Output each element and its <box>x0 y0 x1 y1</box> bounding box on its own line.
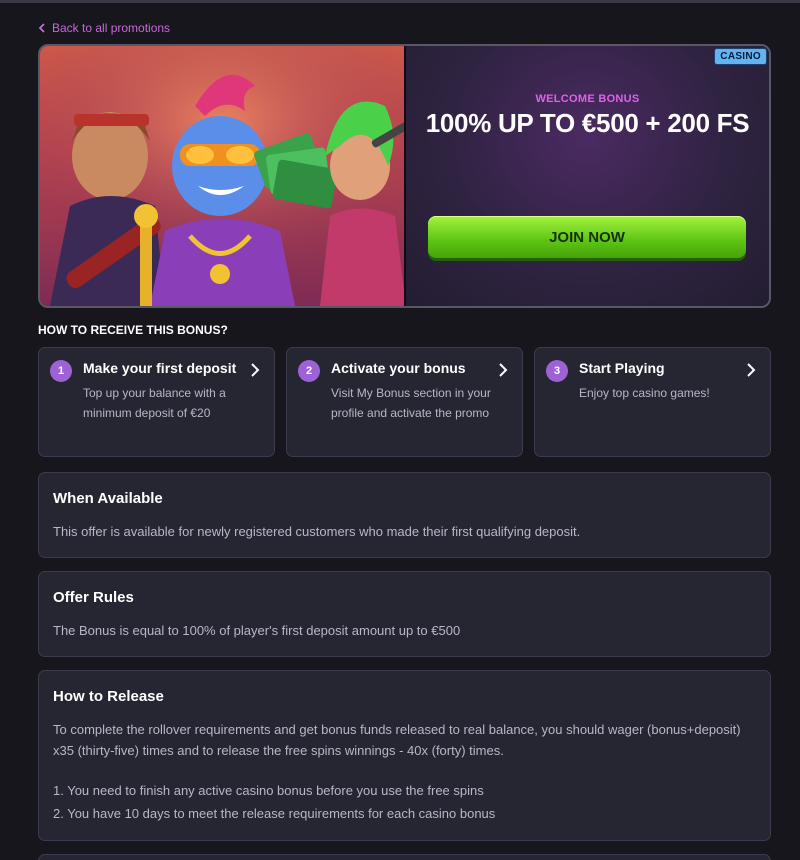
how-to-receive-heading: HOW TO RECEIVE THIS BONUS? <box>38 323 228 337</box>
step-card-start-playing[interactable]: 3 Start Playing Enjoy top casino games! <box>534 347 771 457</box>
step-number-badge: 3 <box>546 360 568 382</box>
promo-banner: CASINO WELCOME BONUS 100% UP TO €500 + 2… <box>38 44 771 308</box>
bonus-headline: 100% UP TO €500 + 200 FS <box>425 108 750 138</box>
step-title: Make your first deposit <box>83 360 237 376</box>
hero-illustration <box>40 46 406 306</box>
step-card-activate[interactable]: 2 Activate your bonus Visit My Bonus sec… <box>286 347 523 457</box>
chevron-right-icon <box>499 363 508 377</box>
card-text: To complete the rollover requirements an… <box>53 722 741 758</box>
back-link-label: Back to all promotions <box>52 21 171 35</box>
card-title: How to Release <box>53 688 164 705</box>
join-now-button[interactable]: JOIN NOW <box>428 216 746 258</box>
chevron-left-icon <box>38 23 45 33</box>
step-title: Start Playing <box>579 360 665 376</box>
step-description: Top up your balance with a minimum depos… <box>83 386 226 420</box>
step-title: Activate your bonus <box>331 360 466 376</box>
back-to-promotions-link[interactable]: Back to all promotions <box>38 19 170 37</box>
how-to-release-card: How to Release To complete the rollover … <box>38 670 771 841</box>
promo-panel: CASINO WELCOME BONUS 100% UP TO €500 + 2… <box>406 46 769 306</box>
card-text: This offer is available for newly regist… <box>53 524 581 539</box>
card-text: The Bonus is equal to 100% of player's f… <box>53 623 461 638</box>
step-card-deposit[interactable]: 1 Make your first deposit Top up your ba… <box>38 347 275 457</box>
top-divider <box>0 0 800 3</box>
step-number-badge: 2 <box>298 360 320 382</box>
when-available-card: When Available This offer is available f… <box>38 472 771 558</box>
step-description: Visit My Bonus section in your profile a… <box>331 386 491 420</box>
release-rule-item: 2. You have 10 days to meet the release … <box>53 806 496 821</box>
chevron-right-icon <box>747 363 756 377</box>
release-rule-item: 1. You need to finish any active casino … <box>53 783 484 798</box>
next-section-card <box>38 854 771 860</box>
step-number-badge: 1 <box>50 360 72 382</box>
casino-badge: CASINO <box>714 48 767 65</box>
offer-rules-card: Offer Rules The Bonus is equal to 100% o… <box>38 571 771 657</box>
card-title: When Available <box>53 490 163 507</box>
card-title: Offer Rules <box>53 589 134 606</box>
step-description: Enjoy top casino games! <box>579 386 710 400</box>
welcome-bonus-label: WELCOME BONUS <box>535 93 640 105</box>
chevron-right-icon <box>251 363 260 377</box>
